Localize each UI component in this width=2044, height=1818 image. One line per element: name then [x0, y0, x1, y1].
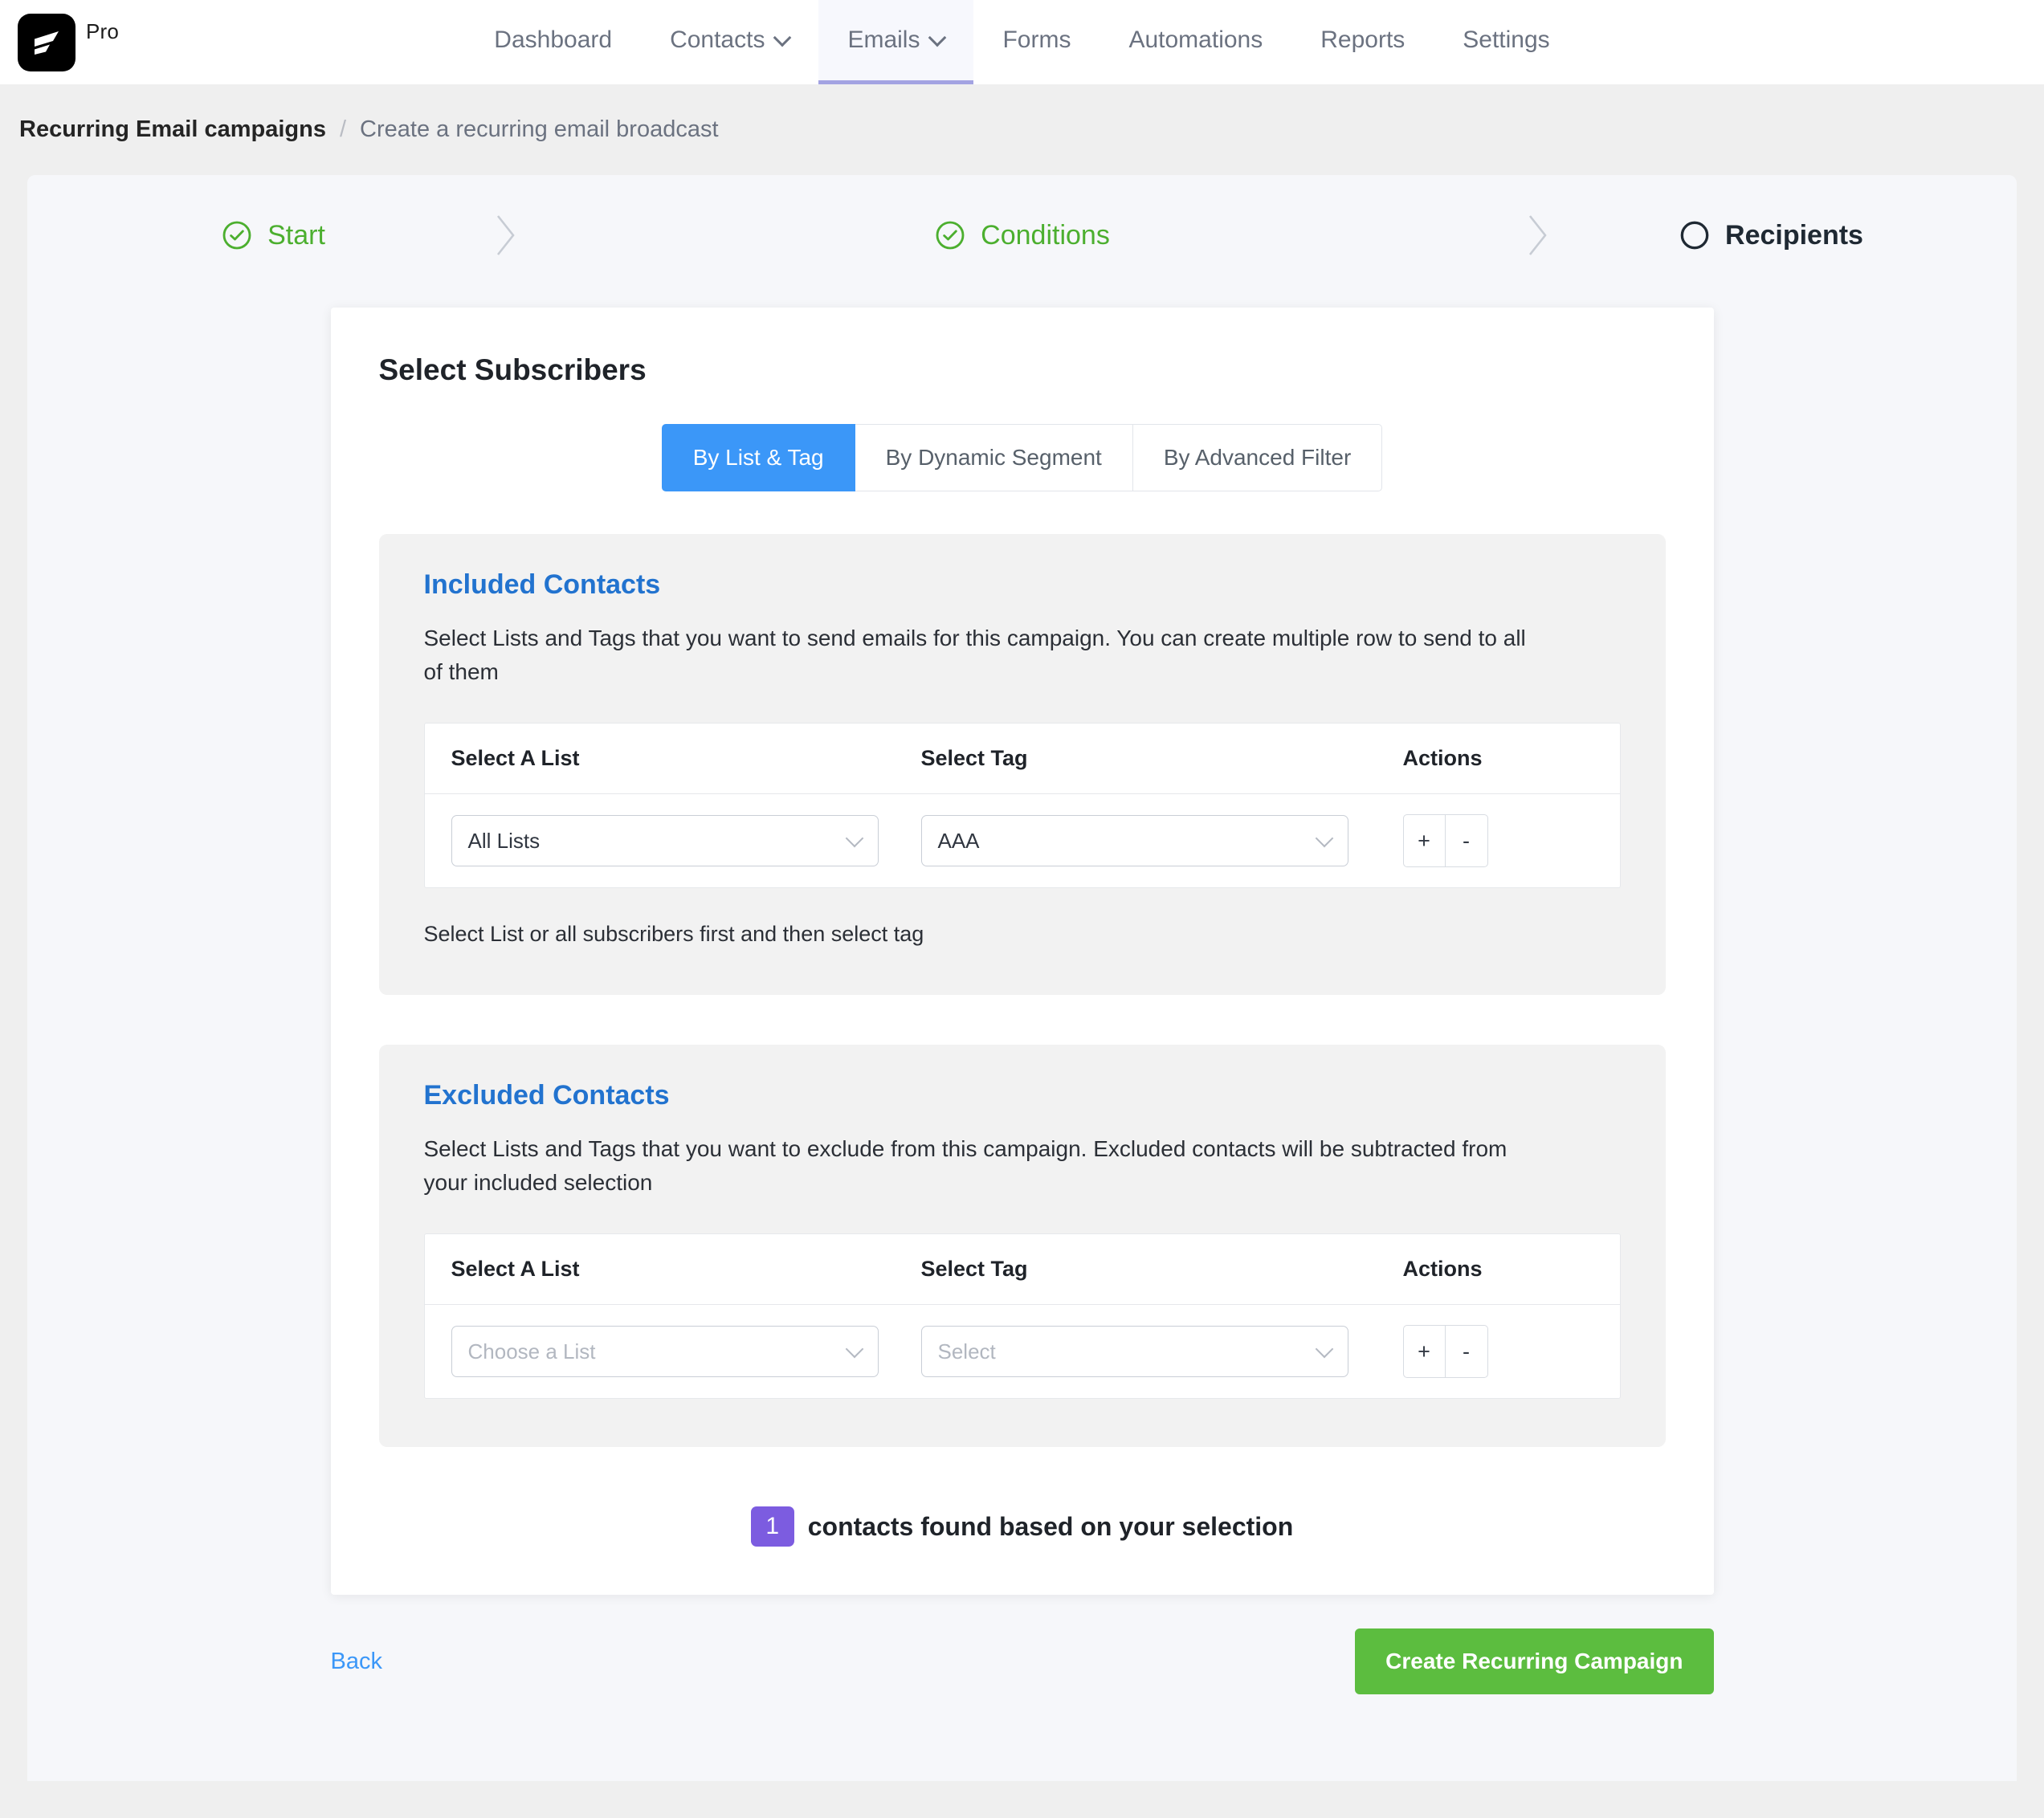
create-recurring-campaign-button[interactable]: Create Recurring Campaign — [1355, 1628, 1714, 1694]
tab-label: By Dynamic Segment — [885, 445, 1102, 470]
step-label: Conditions — [981, 219, 1110, 251]
contacts-found-summary: 1 contacts found based on your selection — [379, 1506, 1666, 1547]
wizard-stepper: Start Conditions Recipients — [27, 175, 2017, 296]
nav-item-reports[interactable]: Reports — [1291, 0, 1434, 84]
excluded-tag-select[interactable]: Select — [920, 1326, 1348, 1377]
column-header-actions: Actions — [1402, 746, 1483, 770]
top-navigation-bar: Pro Dashboard Contacts Emails Forms Auto… — [0, 0, 2044, 84]
column-header-list: Select A List — [451, 746, 580, 770]
included-contacts-hint: Select List or all subscribers first and… — [423, 922, 924, 946]
breadcrumb-current: Create a recurring email broadcast — [360, 116, 719, 142]
included-tag-select[interactable]: AAA — [920, 815, 1348, 866]
included-list-value: All Lists — [467, 828, 541, 853]
column-header-actions: Actions — [1402, 1257, 1483, 1281]
included-contacts-panel: Included Contacts Select Lists and Tags … — [378, 534, 1666, 995]
breadcrumb-separator: / — [339, 116, 347, 142]
empty-circle-icon — [1680, 221, 1709, 250]
step-conditions[interactable]: Conditions — [530, 219, 1514, 251]
wizard-footer: Back Create Recurring Campaign — [331, 1628, 1714, 1743]
check-circle-icon — [936, 221, 965, 250]
excluded-add-row-button[interactable]: + — [1402, 1325, 1446, 1378]
excluded-contacts-table: Select A List Select Tag Actions Choose … — [423, 1233, 1621, 1399]
table-row: Choose a List Select + - — [425, 1305, 1620, 1398]
included-contacts-table: Select A List Select Tag Actions All Lis… — [423, 723, 1621, 888]
excluded-contacts-description: Select Lists and Tags that you want to e… — [423, 1136, 1508, 1195]
step-recipients[interactable]: Recipients — [1562, 219, 1980, 251]
chevron-right-icon — [1514, 212, 1562, 259]
included-contacts-description: Select Lists and Tags that you want to s… — [423, 626, 1526, 684]
tab-label: By Advanced Filter — [1163, 445, 1352, 470]
column-header-list: Select A List — [451, 1257, 580, 1281]
nav-item-forms[interactable]: Forms — [973, 0, 1100, 84]
excluded-tag-placeholder: Select — [937, 1339, 996, 1364]
wizard-container: Start Conditions Recipients Select Subsc… — [27, 175, 2017, 1781]
table-header-row: Select A List Select Tag Actions — [424, 724, 1620, 794]
contacts-count-badge: 1 — [750, 1506, 794, 1547]
included-row-actions: + - — [1402, 814, 1620, 867]
nav-label: Automations — [1128, 26, 1263, 53]
tab-by-advanced-filter[interactable]: By Advanced Filter — [1132, 424, 1383, 491]
column-header-tag: Select Tag — [920, 746, 1028, 770]
nav-label: Reports — [1320, 26, 1406, 53]
column-header-tag: Select Tag — [920, 1257, 1028, 1281]
excluded-contacts-title: Excluded Contacts — [423, 1080, 670, 1111]
excluded-list-placeholder: Choose a List — [467, 1339, 596, 1364]
tab-by-dynamic-segment[interactable]: By Dynamic Segment — [855, 424, 1133, 491]
chevron-down-icon — [1316, 1343, 1333, 1360]
table-row: All Lists AAA + - — [425, 794, 1620, 887]
included-tag-value: AAA — [937, 828, 980, 853]
table-header-row: Select A List Select Tag Actions — [424, 1234, 1620, 1305]
nav-item-dashboard[interactable]: Dashboard — [465, 0, 641, 84]
nav-label: Emails — [847, 26, 920, 53]
chevron-right-icon — [482, 212, 530, 259]
excluded-list-select[interactable]: Choose a List — [451, 1326, 879, 1377]
nav-label: Contacts — [670, 26, 765, 53]
included-remove-row-button[interactable]: - — [1445, 814, 1488, 867]
breadcrumb: Recurring Email campaigns / Create a rec… — [0, 84, 2044, 175]
primary-nav: Dashboard Contacts Emails Forms Automati… — [0, 0, 2044, 84]
chevron-down-icon — [1316, 832, 1333, 850]
back-button[interactable]: Back — [331, 1649, 382, 1675]
tab-label: By List & Tag — [692, 445, 824, 470]
contacts-found-label: contacts found based on your selection — [807, 1511, 1294, 1541]
chevron-down-icon — [775, 31, 789, 45]
breadcrumb-root-link[interactable]: Recurring Email campaigns — [19, 116, 326, 143]
nav-item-emails[interactable]: Emails — [818, 0, 974, 84]
nav-label: Dashboard — [494, 26, 613, 53]
page-title: Select Subscribers — [378, 353, 647, 386]
nav-item-settings[interactable]: Settings — [1434, 0, 1578, 84]
chevron-down-icon — [930, 31, 944, 45]
excluded-contacts-panel: Excluded Contacts Select Lists and Tags … — [378, 1045, 1666, 1447]
included-add-row-button[interactable]: + — [1402, 814, 1446, 867]
nav-label: Settings — [1463, 26, 1550, 53]
step-label: Start — [267, 219, 325, 251]
step-label: Recipients — [1725, 219, 1863, 251]
nav-label: Forms — [1002, 26, 1071, 53]
included-contacts-title: Included Contacts — [423, 569, 661, 600]
select-subscribers-card: Select Subscribers By List & Tag By Dyna… — [330, 308, 1714, 1595]
check-circle-icon — [222, 221, 251, 250]
chevron-down-icon — [846, 832, 863, 850]
excluded-remove-row-button[interactable]: - — [1445, 1325, 1488, 1378]
subscriber-mode-tabs: By List & Tag By Dynamic Segment By Adva… — [379, 424, 1666, 491]
chevron-down-icon — [846, 1343, 863, 1360]
nav-item-automations[interactable]: Automations — [1100, 0, 1291, 84]
step-start[interactable]: Start — [64, 219, 482, 251]
nav-item-contacts[interactable]: Contacts — [641, 0, 818, 84]
tab-by-list-and-tag[interactable]: By List & Tag — [661, 424, 855, 491]
included-list-select[interactable]: All Lists — [451, 815, 879, 866]
excluded-row-actions: + - — [1402, 1325, 1620, 1378]
